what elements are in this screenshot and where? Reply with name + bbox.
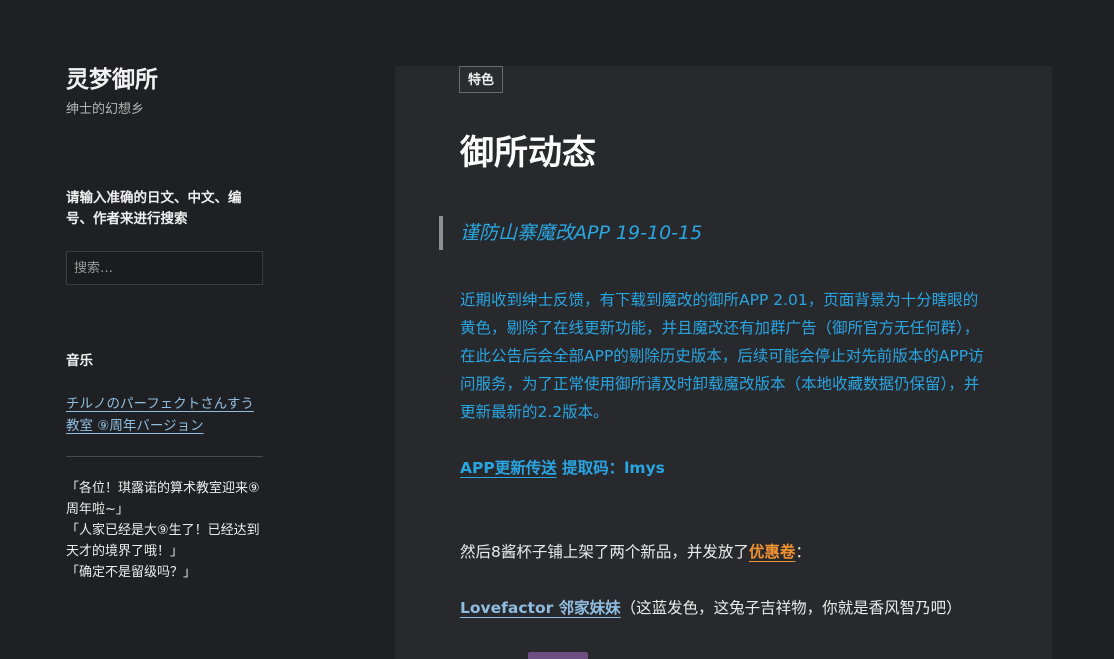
shop-text: 然后8酱杯子铺上架了两个新品，并发放了 (460, 543, 749, 561)
music-widget-title: 音乐 (66, 353, 93, 369)
notice-heading: 谨防山寨魔改APP 19-10-15 (460, 222, 703, 244)
shop-line: 然后8酱杯子铺上架了两个新品，并发放了优惠卷： (460, 538, 811, 566)
partial-next-link (528, 652, 588, 659)
music-link[interactable]: チルノのパーフェクトさんすう教室 ⑨周年バージョン (66, 393, 264, 437)
post-title: 御所动态 (460, 133, 596, 173)
search-widget-title: 请输入准确的日文、中文、编号、作者来进行搜索 (66, 190, 242, 227)
search-input[interactable] (66, 251, 263, 285)
shop-suffix: ： (795, 543, 811, 561)
product-line: Lovefactor 邻家妹妹（这蓝发色，这兔子吉祥物，你就是香风智乃吧） (460, 594, 990, 622)
blockquote-bar (439, 216, 443, 250)
extraction-code: 提取码：lmys (556, 459, 665, 477)
quote-line: 「人家已经是大⑨生了！已经达到天才的境界了哦！」 (66, 523, 260, 559)
category-tag[interactable]: 特色 (459, 66, 504, 93)
notice-body: 近期收到绅士反馈，有下载到魔改的御所APP 2.01，页面背景为十分瞎眼的黄色，… (460, 291, 984, 421)
divider (66, 456, 263, 457)
quotes: 「各位！琪露诺的算术教室迎来⑨周年啦~」 「人家已经是大⑨生了！已经达到天才的境… (66, 478, 266, 583)
site-description: 绅士的幻想乡 (66, 102, 145, 117)
product-description: （这蓝发色，这兔子吉祥物，你就是香风智乃吧） (620, 599, 962, 617)
product-link[interactable]: Lovefactor 邻家妹妹 (460, 599, 621, 617)
page: 灵梦御所 绅士的幻想乡 请输入准确的日文、中文、编号、作者来进行搜索 音乐 チル… (0, 0, 1114, 659)
coupon-link[interactable]: 优惠卷 (749, 543, 796, 561)
site-title[interactable]: 灵梦御所 (66, 64, 264, 96)
quote-line: 「各位！琪露诺的算术教室迎来⑨周年啦~」 (66, 481, 260, 517)
app-update-link[interactable]: APP更新传送 (460, 459, 557, 477)
sidebar: 灵梦御所 绅士的幻想乡 请输入准确的日文、中文、编号、作者来进行搜索 音乐 チル… (66, 64, 264, 580)
quote-line: 「确定不是留级吗？」 (66, 565, 197, 580)
update-line: APP更新传送 提取码：lmys (460, 454, 665, 482)
post-article: 特色 御所动态 谨防山寨魔改APP 19-10-15 近期收到绅士反馈，有下载到… (395, 66, 1052, 659)
